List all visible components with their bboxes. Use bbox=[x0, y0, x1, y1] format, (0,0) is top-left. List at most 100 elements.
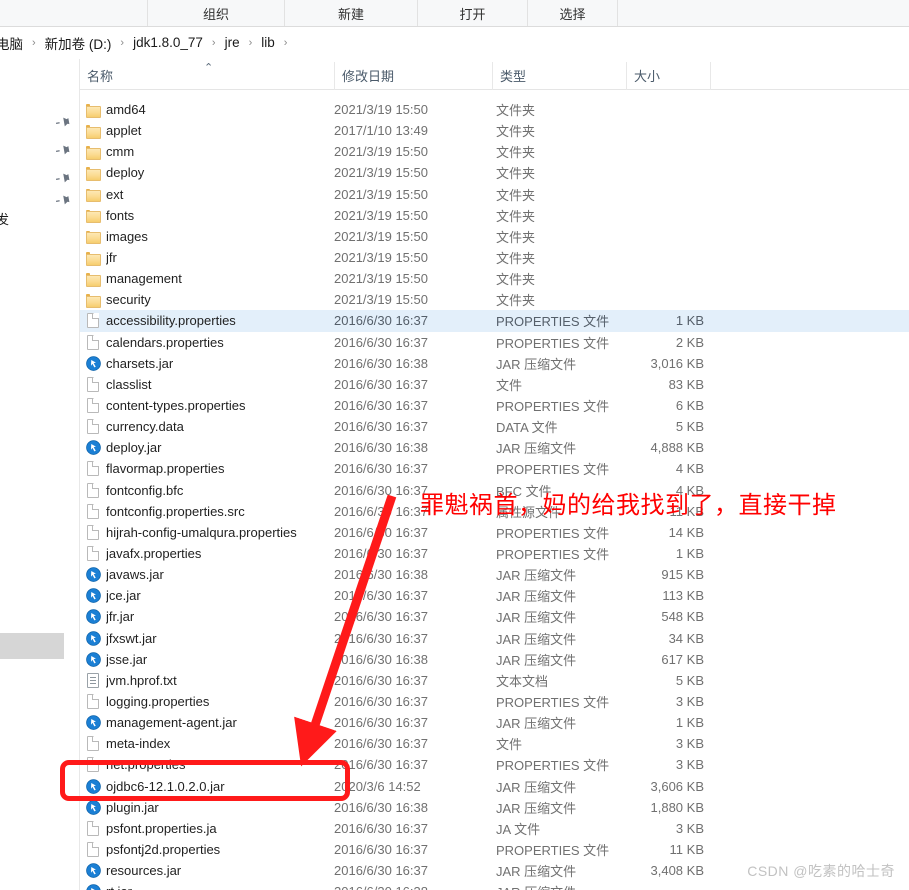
watermark: CSDN @吃素的哈士奇 bbox=[747, 863, 895, 879]
file-name[interactable]: jfr.jar bbox=[106, 609, 334, 624]
column-header-date[interactable]: 修改日期 bbox=[334, 61, 492, 90]
file-name[interactable]: resources.jar bbox=[106, 863, 334, 878]
file-name[interactable]: hijrah-config-umalqura.properties bbox=[106, 525, 334, 540]
file-row[interactable]: currency.data 2016/6/30 16:37 DATA 文件 5 KB bbox=[80, 416, 909, 437]
document-icon bbox=[87, 503, 99, 519]
file-row[interactable]: deploy 2021/3/19 15:50 文件夹 bbox=[80, 162, 909, 183]
file-name[interactable]: jfxswt.jar bbox=[106, 631, 334, 646]
file-row[interactable]: cmm 2021/3/19 15:50 文件夹 bbox=[80, 141, 909, 162]
file-name[interactable]: cmm bbox=[106, 144, 334, 159]
file-row[interactable]: security 2021/3/19 15:50 文件夹 bbox=[80, 289, 909, 310]
file-row[interactable]: jfxswt.jar 2016/6/30 16:37 JAR 压缩文件 34 KB bbox=[80, 628, 909, 649]
column-header-type[interactable]: 类型 bbox=[492, 61, 626, 90]
file-name[interactable]: images bbox=[106, 229, 334, 244]
pin-icon[interactable] bbox=[54, 140, 73, 159]
file-name[interactable]: calendars.properties bbox=[106, 335, 334, 350]
file-name[interactable]: logging.properties bbox=[106, 694, 334, 709]
file-type: JA 文件 bbox=[496, 821, 541, 837]
file-name[interactable]: flavormap.properties bbox=[106, 461, 334, 476]
breadcrumb-item-0[interactable]: 电脑 bbox=[0, 32, 26, 54]
file-row[interactable]: jfr 2021/3/19 15:50 文件夹 bbox=[80, 247, 909, 268]
file-name[interactable]: fonts bbox=[106, 208, 334, 223]
pin-icon[interactable] bbox=[54, 190, 73, 209]
file-icon-cell bbox=[80, 841, 106, 857]
file-row[interactable]: classlist 2016/6/30 16:37 文件 83 KB bbox=[80, 374, 909, 395]
column-header-name[interactable]: 名称 ⌃ bbox=[80, 62, 334, 90]
file-row[interactable]: ext 2021/3/19 15:50 文件夹 bbox=[80, 184, 909, 205]
breadcrumb-item-1[interactable]: 新加卷 (D:) bbox=[42, 32, 115, 54]
column-header-resizer[interactable] bbox=[710, 61, 720, 90]
file-row[interactable]: hijrah-config-umalqura.properties 2016/6/… bbox=[80, 522, 909, 543]
file-icon-cell bbox=[80, 293, 106, 308]
file-row[interactable]: charsets.jar 2016/6/30 16:38 JAR 压缩文件 3,016… bbox=[80, 353, 909, 374]
breadcrumb-item-2[interactable]: jdk1.8.0_77 bbox=[130, 34, 206, 51]
file-row[interactable]: management 2021/3/19 15:50 文件夹 bbox=[80, 268, 909, 289]
file-name[interactable]: javafx.properties bbox=[106, 546, 334, 561]
file-name[interactable]: jfr bbox=[106, 250, 334, 265]
file-name[interactable]: deploy.jar bbox=[106, 440, 334, 455]
file-icon-cell bbox=[80, 355, 106, 371]
file-name[interactable]: amd64 bbox=[106, 102, 334, 117]
file-name[interactable]: rt.jar bbox=[106, 884, 334, 890]
file-row[interactable]: flavormap.properties 2016/6/30 16:37 PROPE… bbox=[80, 458, 909, 479]
file-type: JAR 压缩文件 bbox=[496, 610, 577, 626]
breadcrumb-item-3[interactable]: jre bbox=[222, 34, 243, 51]
file-name[interactable]: content-types.properties bbox=[106, 398, 334, 413]
file-row[interactable]: content-types.properties 2016/6/30 16:37 P… bbox=[80, 395, 909, 416]
file-name[interactable]: psfont.properties.ja bbox=[106, 821, 334, 836]
file-name[interactable]: ext bbox=[106, 187, 334, 202]
file-name[interactable]: psfontj2d.properties bbox=[106, 842, 334, 857]
nav-pane-item-label[interactable]: 发 bbox=[0, 209, 9, 228]
ribbon-group-organize[interactable]: 组织 bbox=[148, 0, 285, 26]
pin-icon[interactable] bbox=[54, 168, 73, 187]
file-row[interactable]: applet 2017/1/10 13:49 文件夹 bbox=[80, 120, 909, 141]
file-name[interactable]: management-agent.jar bbox=[106, 715, 334, 730]
file-row[interactable]: javafx.properties 2016/6/30 16:37 PROPERTI… bbox=[80, 543, 909, 564]
file-name[interactable]: fontconfig.properties.src bbox=[106, 504, 334, 519]
file-row[interactable]: psfontj2d.properties 2016/6/30 16:37 PROPE… bbox=[80, 839, 909, 860]
ribbon-group-select[interactable]: 选择 bbox=[528, 0, 618, 26]
pin-icon[interactable] bbox=[54, 112, 73, 131]
file-icon-cell bbox=[80, 715, 106, 730]
file-name[interactable]: currency.data bbox=[106, 419, 334, 434]
ribbon-group-new[interactable]: 新建 bbox=[285, 0, 418, 26]
file-name[interactable]: applet bbox=[106, 123, 334, 138]
file-row[interactable]: jvm.hprof.txt 2016/6/30 16:37 文本文档 5 KB bbox=[80, 670, 909, 691]
file-row[interactable]: amd64 2021/3/19 15:50 文件夹 bbox=[80, 99, 909, 120]
file-name[interactable]: classlist bbox=[106, 377, 334, 392]
breadcrumb-item-4[interactable]: lib bbox=[258, 34, 278, 51]
file-row[interactable]: deploy.jar 2016/6/30 16:38 JAR 压缩文件 4,888 K… bbox=[80, 437, 909, 458]
file-row[interactable]: calendars.properties 2016/6/30 16:37 PROPE… bbox=[80, 332, 909, 353]
file-name[interactable]: jce.jar bbox=[106, 588, 334, 603]
file-row[interactable]: jce.jar 2016/6/30 16:37 JAR 压缩文件 113 KB bbox=[80, 585, 909, 606]
file-row[interactable]: psfont.properties.ja 2016/6/30 16:37 JA 文件… bbox=[80, 818, 909, 839]
address-bar[interactable]: 电脑 › 新加卷 (D:) › jdk1.8.0_77 › jre › lib › bbox=[0, 27, 909, 59]
file-row[interactable]: javaws.jar 2016/6/30 16:38 JAR 压缩文件 915 KB bbox=[80, 564, 909, 585]
file-row[interactable]: rt.jar2016/6/30 16:38JAR 压缩文件 bbox=[80, 881, 909, 890]
file-row[interactable]: images 2021/3/19 15:50 文件夹 bbox=[80, 226, 909, 247]
file-modified-date: 2021/3/19 15:50 bbox=[334, 165, 428, 181]
file-name[interactable]: jvm.hprof.txt bbox=[106, 673, 334, 688]
file-row[interactable]: logging.properties 2016/6/30 16:37 PROPERT… bbox=[80, 691, 909, 712]
ribbon-group-open[interactable]: 打开 bbox=[418, 0, 528, 26]
file-name[interactable]: accessibility.properties bbox=[106, 313, 334, 328]
file-name[interactable]: security bbox=[106, 292, 334, 307]
file-row[interactable]: meta-index 2016/6/30 16:37 文件 3 KB bbox=[80, 733, 909, 754]
file-name[interactable]: deploy bbox=[106, 165, 334, 180]
file-row[interactable]: accessibility.properties 2016/6/30 16:37 P… bbox=[80, 310, 909, 332]
file-name[interactable]: charsets.jar bbox=[106, 356, 334, 371]
file-icon-cell bbox=[80, 503, 106, 519]
file-name[interactable]: plugin.jar bbox=[106, 800, 334, 815]
file-row[interactable]: fonts 2021/3/19 15:50 文件夹 bbox=[80, 205, 909, 226]
file-icon-cell bbox=[80, 103, 106, 118]
file-row[interactable]: jfr.jar 2016/6/30 16:37 JAR 压缩文件 548 KB bbox=[80, 606, 909, 627]
breadcrumb[interactable]: 电脑 › 新加卷 (D:) › jdk1.8.0_77 › jre › lib › bbox=[0, 32, 293, 54]
file-row[interactable]: management-agent.jar 2016/6/30 16:37 JAR 压… bbox=[80, 712, 909, 733]
file-name[interactable]: meta-index bbox=[106, 736, 334, 751]
column-header-size[interactable]: 大小 bbox=[626, 61, 710, 90]
file-name[interactable]: management bbox=[106, 271, 334, 286]
file-name[interactable]: javaws.jar bbox=[106, 567, 334, 582]
file-row[interactable]: jsse.jar 2016/6/30 16:38 JAR 压缩文件 617 KB bbox=[80, 649, 909, 670]
file-name[interactable]: jsse.jar bbox=[106, 652, 334, 667]
file-name[interactable]: fontconfig.bfc bbox=[106, 483, 334, 498]
